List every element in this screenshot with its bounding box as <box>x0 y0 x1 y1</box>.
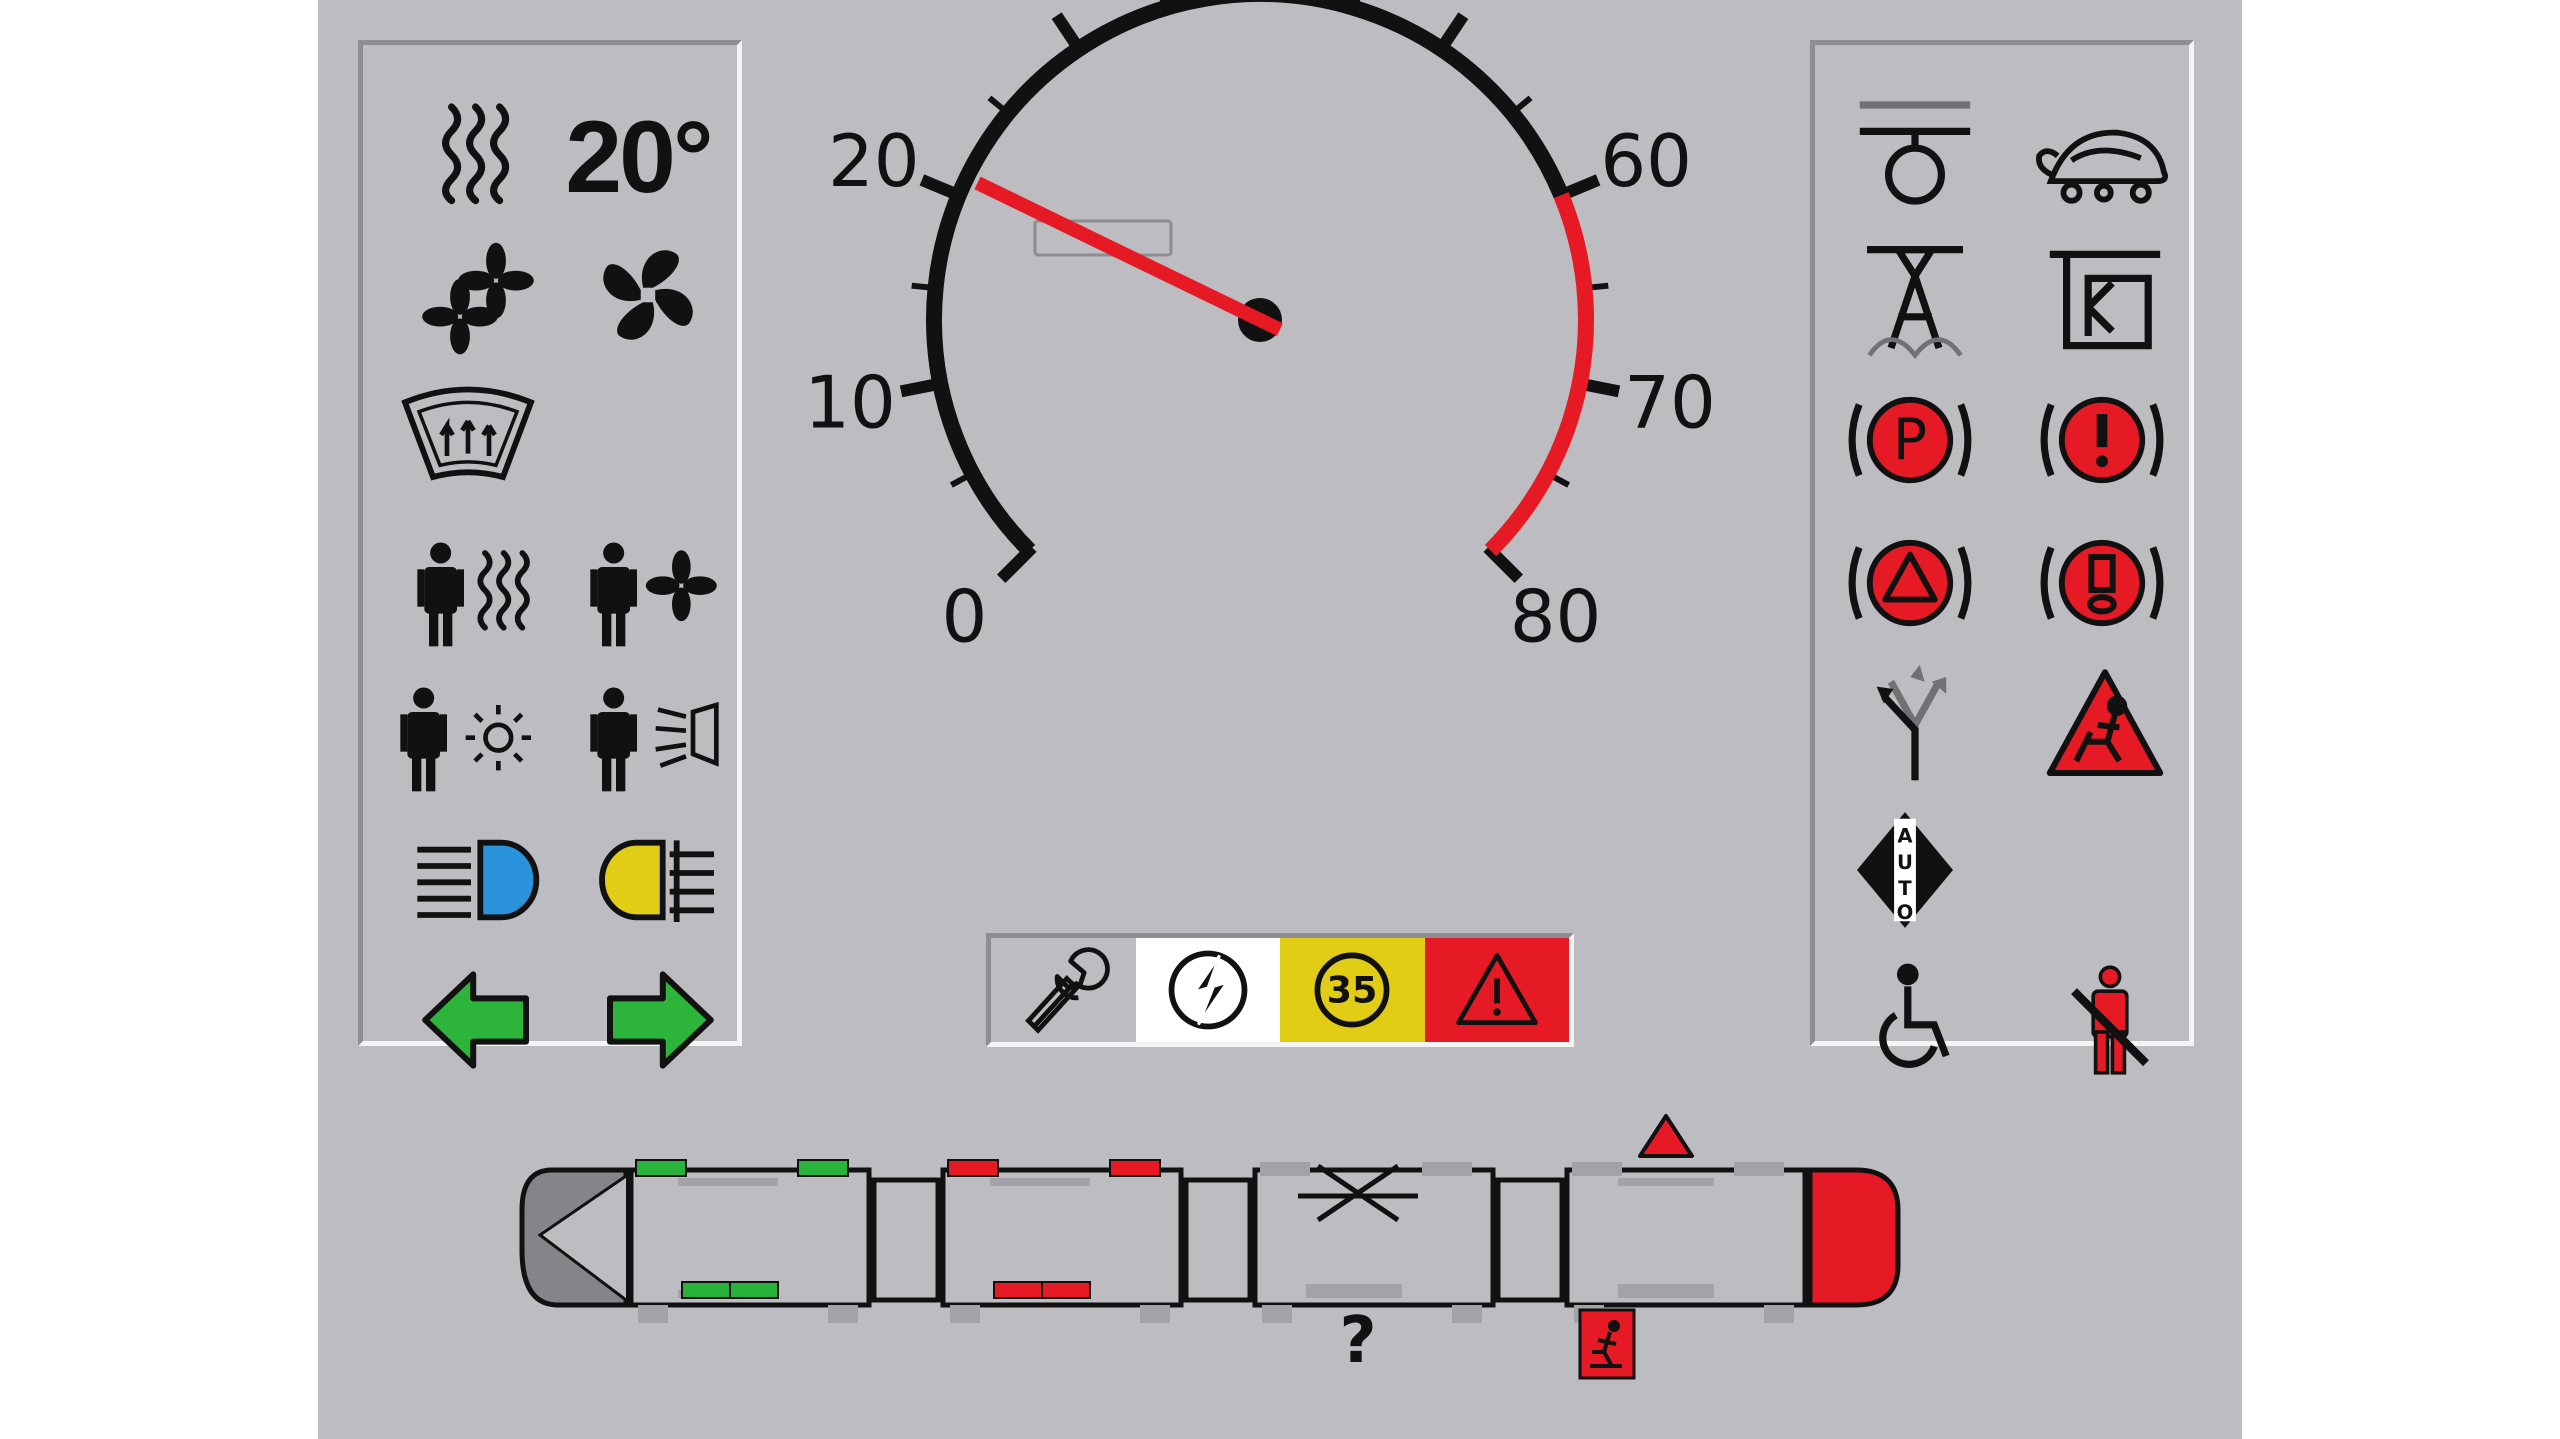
driver-display-screen: 20° 0 10 20 60 70 80 35 P A U T O ? <box>318 0 2242 1439</box>
car-3[interactable]: ? <box>1252 1162 1496 1378</box>
door-status-fault <box>1109 1159 1161 1177</box>
major-tick <box>996 543 1037 584</box>
fan-two-icon[interactable] <box>418 235 538 355</box>
turtle-slow-mode-icon[interactable] <box>2030 105 2180 225</box>
fan-icon[interactable] <box>588 235 708 355</box>
brake-pedal-icon[interactable] <box>2037 523 2167 643</box>
cab-right[interactable] <box>1807 1167 1901 1308</box>
gangway <box>871 1177 941 1303</box>
auto-door-icon[interactable]: AUTO <box>1850 810 1960 930</box>
train-consist-diagram: ? <box>518 1100 2078 1420</box>
track-switch-icon[interactable] <box>1855 665 1975 785</box>
status-cell-hazard[interactable] <box>1424 938 1569 1042</box>
speedometer-ticks <box>899 0 1621 584</box>
speed-tick-label: 70 <box>1624 361 1716 445</box>
svg-text:P: P <box>1893 407 1927 473</box>
pantograph-down-icon[interactable] <box>1855 101 1975 225</box>
passenger-alarm-icon[interactable] <box>2045 665 2165 785</box>
heating-icon[interactable] <box>418 95 538 215</box>
door-status-fault <box>947 1159 999 1177</box>
svg-text:O: O <box>1897 901 1914 924</box>
status-cell-power[interactable] <box>1135 938 1280 1042</box>
hvac-lighting-panel: 20° <box>358 40 742 1069</box>
driver-heating-icon[interactable] <box>408 535 548 655</box>
speedometer: 01020304050607080 <box>798 0 1798 940</box>
parking-brake-icon[interactable]: P <box>1845 380 1975 500</box>
pantograph-up-icon[interactable] <box>1855 240 1975 360</box>
driver-cab-light-icon[interactable] <box>398 680 538 800</box>
svg-text:A: A <box>1897 825 1913 848</box>
speed-tick-label: 0 <box>942 575 988 659</box>
gangway <box>1495 1177 1565 1303</box>
hazard-warning-icon <box>1455 953 1538 1026</box>
status-warning-strip: 35 <box>986 933 1574 1047</box>
door-status-fault <box>993 1281 1043 1299</box>
turn-right-indicator-icon[interactable] <box>598 960 718 1080</box>
catenary-end-icon[interactable] <box>2045 240 2165 360</box>
train-status-panel: P A U T O <box>1810 40 2194 1075</box>
car-4[interactable] <box>1564 1114 1808 1380</box>
door-status-ok <box>797 1159 849 1177</box>
driver-fan-icon[interactable] <box>588 535 728 655</box>
svg-text:U: U <box>1897 851 1913 874</box>
fog-light-icon[interactable] <box>588 820 728 940</box>
general-fault-brake-icon[interactable] <box>2037 380 2167 500</box>
speed-needle <box>974 176 1283 336</box>
door-status-ok <box>635 1159 687 1177</box>
maintenance-wrench-icon <box>1025 947 1111 1034</box>
status-cell-maintenance[interactable] <box>991 938 1136 1042</box>
speedometer-red-zone <box>1484 192 1594 557</box>
speedometer-arc <box>926 0 1569 557</box>
svg-text:35: 35 <box>1327 968 1378 1011</box>
windscreen-defrost-icon[interactable] <box>398 375 538 495</box>
cabin-temperature-readout: 20° <box>565 100 713 214</box>
wheelchair-icon[interactable] <box>1855 960 1975 1080</box>
door-status-ok <box>681 1281 731 1299</box>
speed-tick-label: 50 <box>1446 0 1538 15</box>
unknown-status-label: ? <box>1339 1304 1376 1378</box>
speed-tick-label: 10 <box>804 361 896 445</box>
car-2[interactable] <box>940 1159 1184 1323</box>
driver-reading-light-icon[interactable] <box>588 680 728 800</box>
high-beam-icon[interactable] <box>408 820 548 940</box>
speed-tick-label: 20 <box>828 119 920 203</box>
brake-warning-icon[interactable] <box>1845 523 1975 643</box>
car-1[interactable] <box>628 1159 872 1323</box>
door-status-fault <box>1041 1281 1091 1299</box>
speed-tick-label: 30 <box>982 0 1074 15</box>
gangway <box>1183 1177 1253 1303</box>
passenger-emergency-icon[interactable] <box>1578 1308 1636 1380</box>
status-cell-speed-limit[interactable]: 35 <box>1280 938 1425 1042</box>
car-warning-icon <box>1638 1114 1694 1158</box>
door-status-ok <box>729 1281 779 1299</box>
no-passenger-icon[interactable] <box>2050 960 2170 1080</box>
svg-text:T: T <box>1898 877 1912 900</box>
speed-limit-35-icon: 35 <box>1314 952 1390 1028</box>
speed-tick-label: 80 <box>1510 575 1602 659</box>
turn-left-indicator-icon[interactable] <box>418 960 538 1080</box>
power-fault-icon <box>1168 950 1248 1030</box>
speed-tick-label: 60 <box>1600 119 1692 203</box>
